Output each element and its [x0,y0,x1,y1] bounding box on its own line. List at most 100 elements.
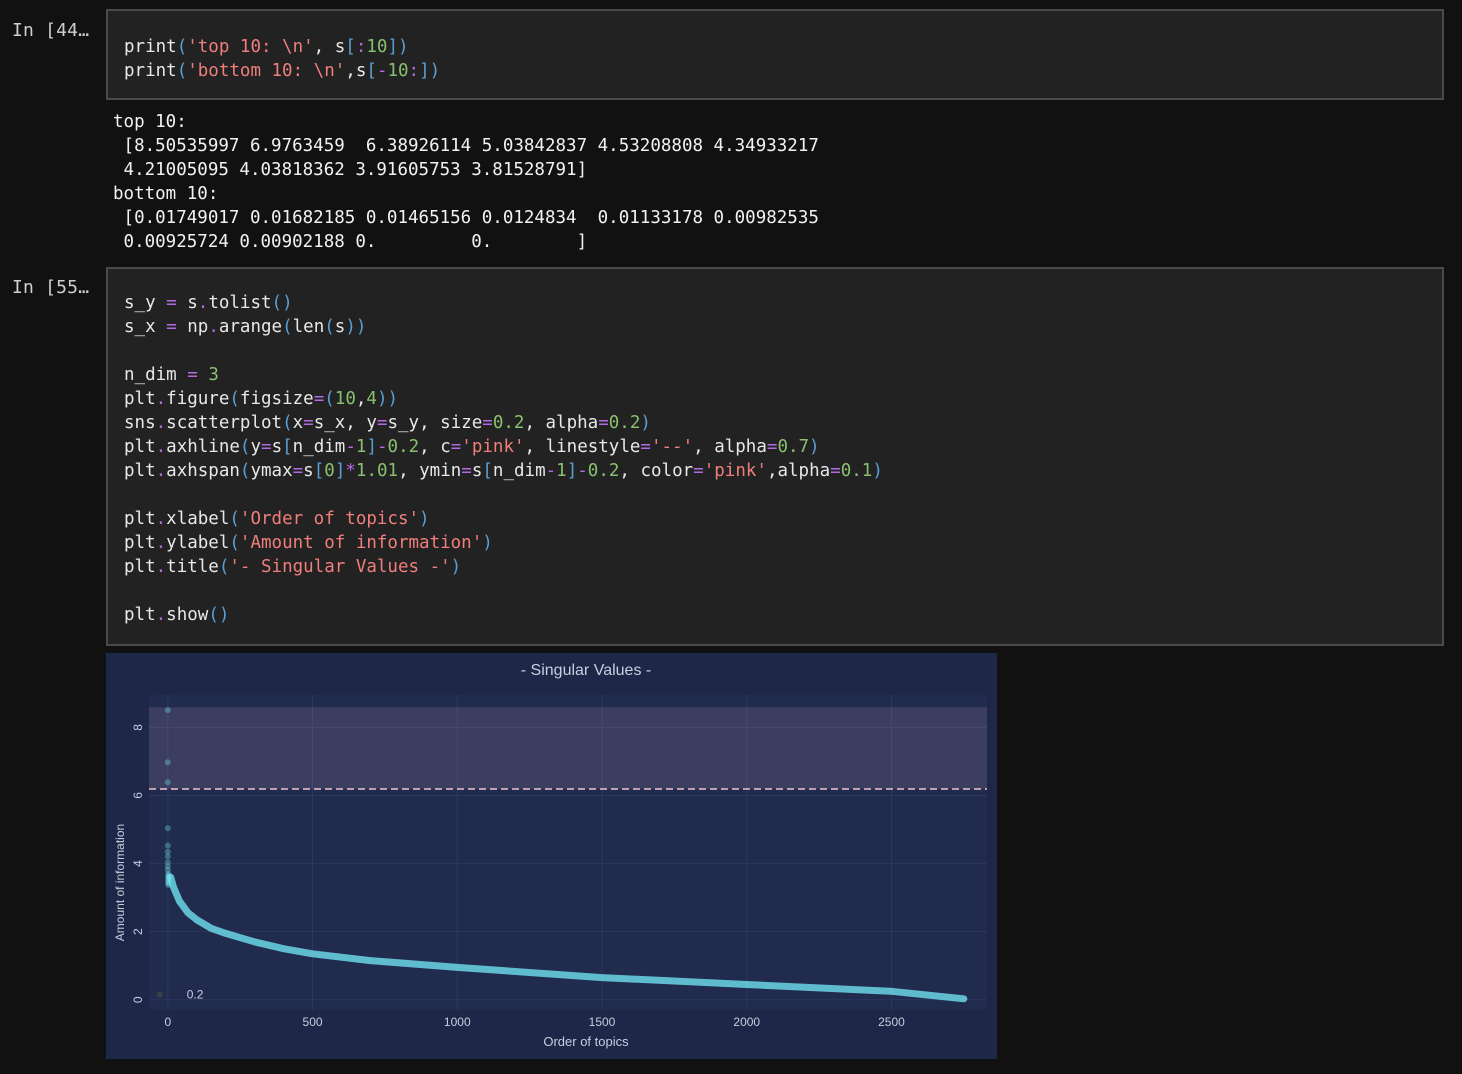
code-token: 0.1 [840,461,873,481]
code-token: ,alpha [766,461,831,481]
code-token: () [208,605,230,625]
code-token: . [208,317,219,337]
code-token: n_dim [492,461,546,481]
code-token: 0.2 [587,461,620,481]
code-token: s [355,61,367,81]
code-token: 'Amount of information' [239,533,483,553]
x-tick-label: 0 [164,1015,171,1029]
code-token: s [471,461,483,481]
code-cell-1-source[interactable]: print('top 10: \n', s[:10]) print('bottom… [124,35,440,83]
legend-marker [156,991,163,998]
code-token: ( [229,509,240,529]
code-token: 0.2 [608,413,641,433]
code-line: plt.figure(figsize=(10,4)) [124,387,883,411]
code-token: 0 [324,461,335,481]
code-token: plt [124,557,156,577]
x-tick-label: 1500 [589,1015,616,1029]
code-token: 0.2 [492,413,525,433]
code-token: scatterplot [166,413,283,433]
code-token: . [155,557,167,577]
x-tick-label: 2500 [878,1015,905,1029]
code-token: ( [239,437,251,457]
code-token: 10 [366,37,388,57]
code-token: . [155,533,167,553]
code-token: . [155,605,167,625]
code-token: s [334,37,346,57]
code-token: . [155,509,167,529]
code-token: s [271,437,283,457]
y-tick-label: 8 [131,724,145,731]
code-line: s_y = s.tolist() [124,291,883,315]
code-token: = [313,389,325,409]
code-token: ) [429,61,441,81]
code-token: show [166,605,209,625]
code-token: print [124,37,177,57]
code-token: - [345,437,356,457]
output-line: [8.50535997 6.9763459 6.38926114 5.03842… [113,136,819,156]
scatter-point [164,759,171,766]
code-token: ylabel [166,533,230,553]
code-token: - [376,437,388,457]
code-token: = [303,413,314,433]
output-line: top 10: [113,112,187,132]
code-cell-1[interactable]: print('top 10: \n', s[:10]) print('bottom… [106,9,1444,100]
axhspan-region [149,707,987,789]
y-tick-label: 2 [131,928,145,935]
code-token: , [345,61,356,81]
code-token: 10 [334,389,356,409]
code-token: ( [239,461,251,481]
code-token: = [261,437,272,457]
code-token: plt [124,437,156,457]
x-tick-label: 500 [303,1015,323,1029]
code-token: ) [640,413,651,433]
code-token: figsize [239,389,314,409]
y-tick-label: 0 [131,996,145,1003]
code-token: = [640,437,651,457]
code-token: - [376,61,388,81]
code-token: = [598,413,609,433]
code-token: s_y, size [387,413,483,433]
code-token: [ [313,461,325,481]
code-line: plt.axhline(y=s[n_dim-1]-0.2, c='pink', … [124,435,883,459]
code-cell-2[interactable]: s_y = s.tolist() s_x = np.arange(len(s)) n… [106,267,1444,646]
code-token: , linestyle [524,437,641,457]
code-token: title [166,557,219,577]
code-token: ( [229,533,240,553]
code-token: , alpha [524,413,599,433]
code-token: s [176,293,198,313]
code-token: plt [124,605,156,625]
code-token: plt [124,461,156,481]
scatter-point [164,825,171,832]
code-token: [ [345,37,356,57]
code-token: s [334,317,346,337]
code-line: n_dim = 3 [124,363,883,387]
prompt-cell-2: In [55… [12,277,90,298]
code-token: )) [376,389,399,409]
code-line: plt.ylabel('Amount of information') [124,531,883,555]
output-line: bottom 10: [113,184,219,204]
code-cell-2-source[interactable]: s_y = s.tolist() s_x = np.arange(len(s)) n… [124,291,883,627]
x-tick-label: 1000 [444,1015,471,1029]
code-token: . [155,389,167,409]
code-token: plt [124,509,156,529]
code-token: 'pink' [461,437,525,457]
code-token: = [376,413,388,433]
code-token: ( [176,61,188,81]
code-token: ) [450,557,462,577]
y-axis-label: Amount of information [113,824,127,941]
output-line: 4.21005095 4.03818362 3.91605753 3.81528… [113,160,588,180]
code-token: ( [324,389,335,409]
code-token: () [271,293,293,313]
chart-title: - Singular Values - [521,662,651,679]
prompt-cell-1: In [44… [12,20,90,41]
code-token: 10 [387,61,409,81]
code-token: ( [282,317,293,337]
code-token: . [155,461,167,481]
scatter-point [164,779,171,786]
code-token: = [693,461,704,481]
code-token: = [766,437,778,457]
